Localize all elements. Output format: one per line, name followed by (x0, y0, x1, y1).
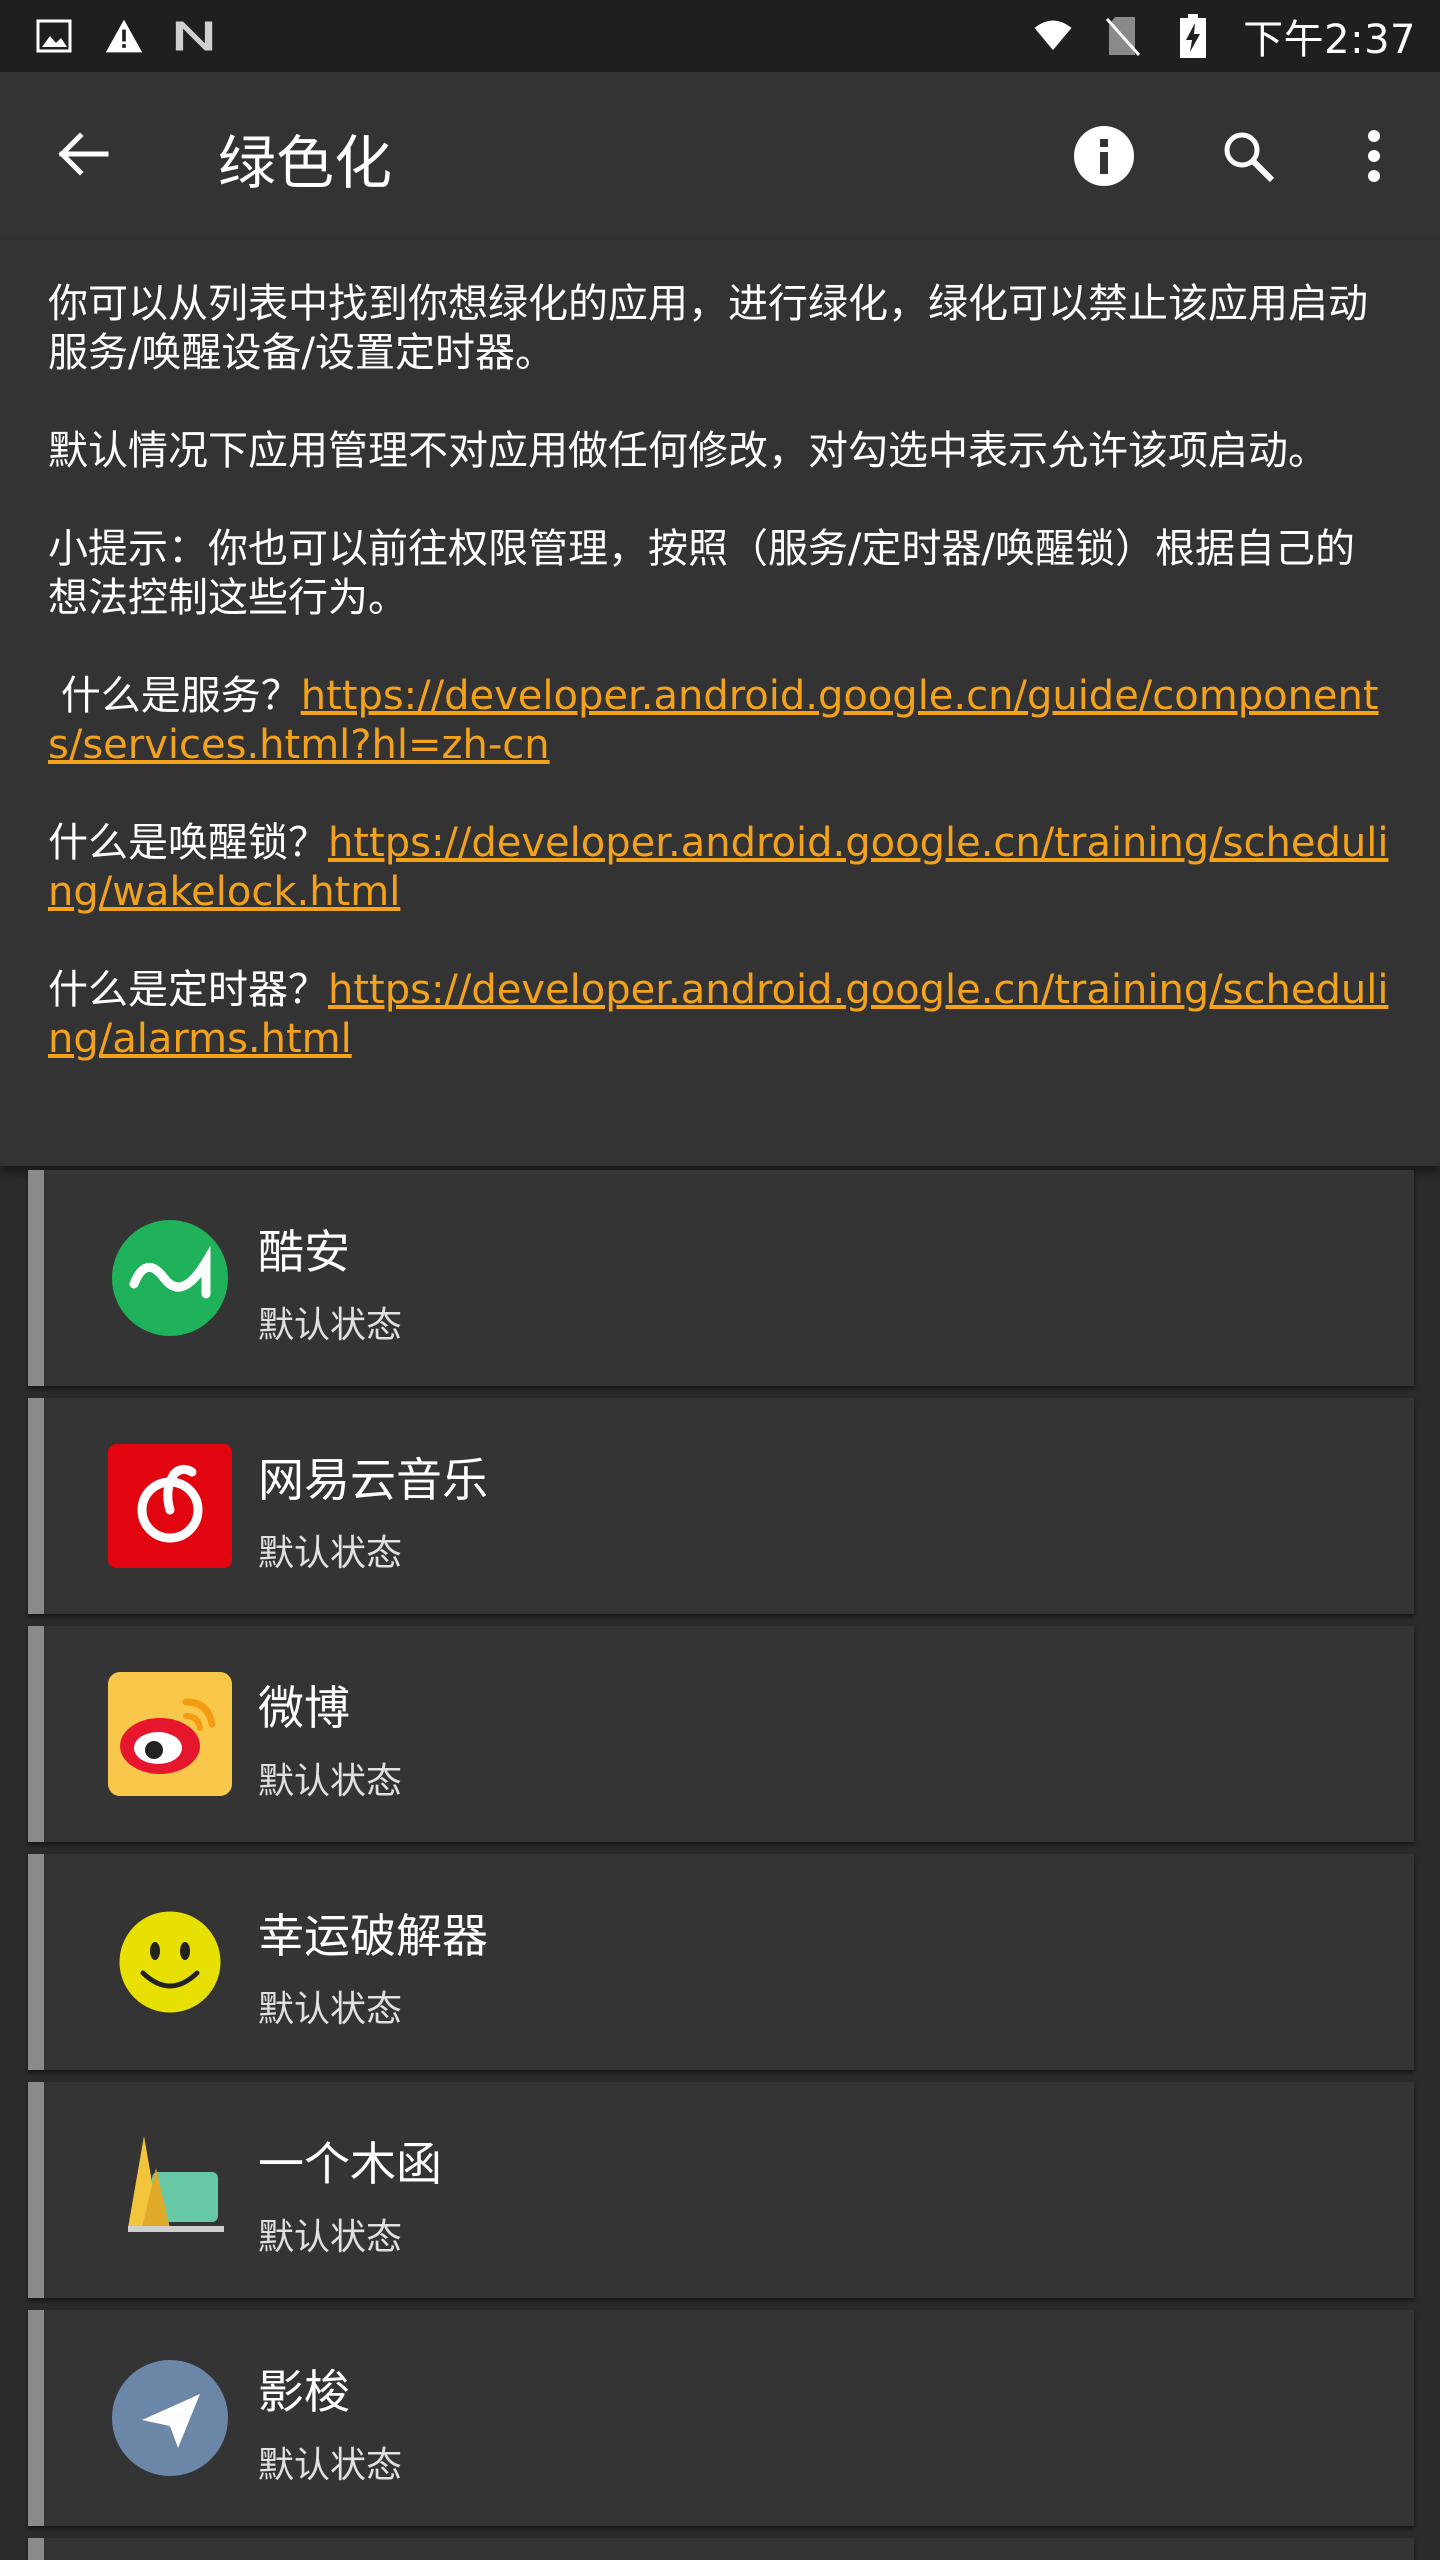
list-item[interactable]: 网易云音乐 默认状态 (28, 1398, 1414, 1614)
lucky-patcher-icon (108, 1900, 232, 2024)
n-logo-icon (174, 16, 214, 56)
page-title: 绿色化 (218, 129, 393, 197)
app-status: 默认状态 (258, 1989, 403, 2030)
info-icon (1074, 126, 1134, 186)
status-time: 下午2:37 (1243, 17, 1416, 63)
description-paragraph: 默认情况下应用管理不对应用做任何修改，对勾选中表示允许该项启动。 (48, 428, 1328, 474)
warning-icon (104, 16, 144, 56)
app-name: 一个木函 (258, 2137, 442, 2191)
app-status: 默认状态 (258, 1305, 403, 1346)
list-item[interactable]: 影梭 默认状态 (28, 2310, 1414, 2526)
description-panel: 你可以从列表中找到你想绿化的应用，进行绿化，绿化可以禁止该应用启动服务/唤醒设备… (0, 240, 1440, 1166)
list-item[interactable]: 酷安 默认状态 (28, 1170, 1414, 1386)
netease-music-icon (108, 1444, 232, 1568)
wakelock-label: 什么是唤醒锁？ (48, 820, 328, 866)
wakelock-info: 什么是唤醒锁？https://developer.android.google.… (48, 819, 1392, 917)
more-vert-icon (1368, 130, 1380, 182)
alarm-info: 什么是定时器？https://developer.android.google.… (48, 966, 1392, 1064)
image-icon (34, 16, 74, 56)
list-item[interactable]: 微博 默认状态 (28, 1626, 1414, 1842)
app-name: 微博 (258, 1681, 350, 1735)
description-paragraph: 你可以从列表中找到你想绿化的应用，进行绿化，绿化可以禁止该应用启动服务/唤醒设备… (48, 281, 1368, 376)
app-name: 网易云音乐 (258, 1453, 488, 1507)
battery-charging-icon (1173, 14, 1213, 58)
tip-paragraph: 小提示：你也可以前往权限管理，按照（服务/定时器/唤醒锁）根据自己的想法控制这些… (48, 526, 1355, 621)
service-label: 什么是服务？ (48, 673, 301, 719)
back-button[interactable] (52, 122, 116, 186)
status-left (34, 16, 214, 56)
status-right: 下午2:37 (1033, 7, 1416, 65)
woodbox-icon (108, 2128, 232, 2252)
app-status: 默认状态 (258, 2217, 403, 2258)
list-item[interactable]: 幸运破解器 默认状态 (28, 1854, 1414, 2070)
alarm-label: 什么是定时器？ (48, 967, 328, 1013)
arrow-back-icon (58, 132, 109, 176)
app-status: 默认状态 (258, 1761, 403, 1802)
app-status: 默认状态 (258, 1533, 403, 1574)
app-bar: 绿色化 (0, 72, 1440, 240)
service-info: 什么是服务？https://developer.android.google.c… (48, 672, 1392, 770)
app-name: 酷安 (258, 1225, 350, 1279)
search-button[interactable] (1214, 122, 1282, 190)
no-sim-icon (1103, 16, 1143, 56)
wifi-icon (1033, 16, 1073, 56)
app-list: 酷安 默认状态 网易云音乐 默认状态 微博 默认状态 幸运破解器 默认状态 一个… (28, 1170, 1414, 2560)
search-icon (1224, 132, 1275, 183)
weibo-icon (108, 1672, 232, 1796)
list-item[interactable]: 一个木函 默认状态 (28, 2082, 1414, 2298)
more-options-button[interactable] (1346, 122, 1402, 190)
list-item[interactable] (28, 2538, 1414, 2560)
shadowsocks-icon (108, 2356, 232, 2480)
app-name: 影梭 (258, 2365, 350, 2419)
app-name: 幸运破解器 (258, 1909, 488, 1963)
app-status: 默认状态 (258, 2445, 403, 2486)
info-button[interactable] (1070, 122, 1138, 190)
status-bar: 下午2:37 (0, 0, 1440, 72)
coolapk-icon (108, 1216, 232, 1340)
